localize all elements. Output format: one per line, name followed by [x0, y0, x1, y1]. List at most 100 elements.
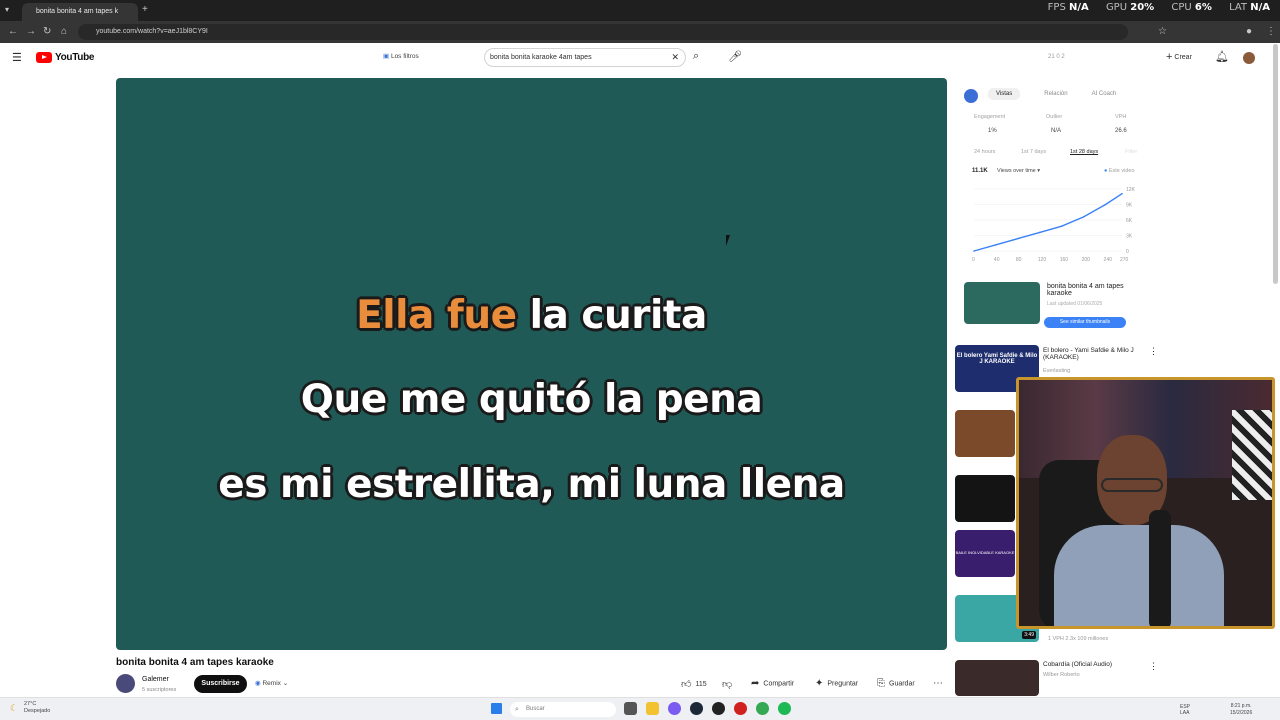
search-input[interactable]: bonita bonita karaoke 4am tapes ✕	[484, 48, 686, 67]
tab-views[interactable]: Vistas	[988, 88, 1021, 100]
share-label: Compartir	[763, 680, 795, 688]
save-button[interactable]: ⎘ Guardar	[877, 678, 915, 689]
webcam-overlay	[1016, 377, 1275, 629]
extension-counts: 21 0 2	[1048, 54, 1065, 60]
range-filter[interactable]: Filter	[1125, 149, 1137, 155]
remix-button[interactable]: ◉ Remix ⌄	[255, 679, 288, 687]
lyric-sung-text: Ella fue	[356, 293, 530, 338]
cpu-value: 6%	[1194, 2, 1212, 13]
forward-icon[interactable]: →	[26, 26, 36, 38]
bell-icon[interactable]: 🔔︎	[1215, 50, 1229, 63]
url-field[interactable]: youtube.com/watch?v=aeJ1bl8CY9I	[78, 24, 1128, 40]
file-explorer-icon[interactable]	[646, 702, 659, 715]
search-value: bonita bonita karaoke 4am tapes	[490, 54, 592, 61]
see-similar-button[interactable]: See similar thumbnails	[1044, 317, 1126, 328]
steam-icon[interactable]	[690, 702, 703, 715]
microphone-icon[interactable]: 🎤︎	[728, 50, 742, 63]
address-bar: ← → ↻ ⌂ youtube.com/watch?v=aeJ1bl8CY9I …	[0, 21, 1280, 43]
more-icon[interactable]: ⋮	[1149, 661, 1158, 672]
clock-time: 8:21 p.m.	[1230, 703, 1252, 709]
sidebar-thumbnail[interactable]: BAILE INOLVIDABLE KARAOKE	[955, 530, 1015, 577]
views-data-point	[995, 244, 997, 246]
y-tick-label: 0	[1126, 249, 1129, 255]
youtube-header: ☰ YouTube ▣ Los filtros bonita bonita ka…	[0, 43, 1280, 73]
browser-tab[interactable]: bonita bonita 4 am tapes k	[22, 3, 138, 21]
remix-label: Remix	[262, 680, 281, 687]
task-view-icon[interactable]	[624, 702, 637, 715]
tab-relation[interactable]: Relación	[1044, 91, 1067, 100]
back-icon[interactable]: ←	[8, 26, 18, 38]
like-button[interactable]: 👍︎ 115	[681, 678, 707, 690]
youtube-logo[interactable]: YouTube	[36, 52, 95, 63]
range-28d[interactable]: 1st 28 days	[1070, 149, 1098, 155]
lyric-line-2: Que me quitó la pena	[116, 377, 947, 422]
video-title: bonita bonita 4 am tapes karaoke	[116, 657, 274, 668]
similar-title-text: bonita bonita 4 am tapes karaoke	[1047, 283, 1124, 297]
weather-widget[interactable]: 27°C Despejado	[24, 701, 50, 715]
share-button[interactable]: ➦ Compartir	[751, 678, 794, 689]
person-body	[1054, 525, 1224, 626]
subscribe-button[interactable]: Suscribirse	[194, 675, 247, 693]
similar-thumbnail[interactable]	[964, 282, 1040, 324]
taskbar-search[interactable]: ⌕ Buscar	[510, 702, 616, 717]
range-24h[interactable]: 24 hours	[974, 149, 995, 155]
page-scrollbar[interactable]	[1273, 44, 1278, 284]
new-tab-icon[interactable]: +	[142, 4, 148, 16]
tab-list-icon[interactable]: ▾	[5, 4, 9, 16]
views-dropdown[interactable]: Views over time ▾	[997, 168, 1040, 174]
menu-icon[interactable]: ⋮	[1266, 26, 1276, 38]
home-icon[interactable]: ⌂	[61, 26, 67, 38]
app-icon[interactable]	[668, 702, 681, 715]
hamburger-icon[interactable]: ☰	[12, 51, 22, 64]
app-icon[interactable]	[734, 702, 747, 715]
video-player[interactable]: Ella fue la curita Que me quitó la pena …	[116, 78, 947, 650]
ask-button[interactable]: ✦ Preguntar	[815, 678, 858, 689]
channel-avatar[interactable]	[116, 674, 135, 693]
views-chart: 12K 9K 6K 3K 0 0 40 80 120 160 200 240 270	[972, 187, 1136, 263]
chrome-icon[interactable]	[756, 702, 769, 715]
performance-overlay: FPS N/A GPU 20% CPU 6% LAT N/A	[1048, 2, 1270, 20]
lyric-text: es mi estrellita, mi luna llena	[218, 462, 845, 507]
windows-start-icon[interactable]	[491, 703, 502, 714]
thumbnail-text: El bolero Yami Safdie & Milo J KARAOKE	[956, 353, 1038, 365]
logo-text: YouTube	[55, 52, 95, 63]
filters-button[interactable]: ▣ Los filtros	[383, 52, 419, 60]
y-tick-label: 12K	[1126, 187, 1136, 193]
gpu-label: GPU	[1105, 2, 1128, 13]
tab-ai-coach[interactable]: AI Coach	[1092, 91, 1117, 100]
account-avatar[interactable]	[1243, 52, 1255, 64]
dislike-button[interactable]: 👎︎	[722, 678, 736, 690]
browser-tab-bar: ▾ bonita bonita 4 am tapes k + FPS N/A G…	[0, 0, 1280, 21]
spotify-icon[interactable]	[778, 702, 791, 715]
app-icon[interactable]	[712, 702, 725, 715]
metric-label: VPH	[1115, 114, 1127, 120]
sidebar-thumbnail[interactable]	[955, 475, 1015, 522]
channel-name[interactable]: Galemer	[142, 676, 169, 683]
search-icon[interactable]: ⌕	[693, 50, 699, 63]
bookmark-icon[interactable]: ☆	[1158, 26, 1167, 38]
sidebar-video-title[interactable]: El bolero - Yami Safdie & Milo J (KARAOK…	[1043, 347, 1148, 361]
create-label: Crear	[1174, 53, 1192, 61]
sidebar-video-title[interactable]: Cobardía (Oficial Audio)	[1043, 661, 1148, 668]
lyric-line-1: Ella fue la curita	[116, 293, 947, 338]
youtube-play-icon	[36, 52, 52, 63]
language-indicator[interactable]: ESP LAA	[1180, 704, 1196, 716]
profile-icon[interactable]: ●	[1246, 26, 1252, 38]
sidebar-thumbnail[interactable]	[955, 660, 1039, 696]
sidebar-thumbnail[interactable]	[955, 410, 1015, 457]
create-button[interactable]: + Crear	[1166, 51, 1192, 63]
clear-search-icon[interactable]: ✕	[671, 49, 679, 66]
x-tick-label: 200	[1082, 257, 1091, 263]
sparkle-icon: ✦	[815, 678, 824, 689]
range-7d[interactable]: 1st 7 days	[1021, 149, 1046, 155]
weather-desc: Despejado	[24, 708, 51, 714]
reload-icon[interactable]: ↻	[43, 26, 51, 38]
clock-date: 15/2/2026	[1230, 710, 1253, 716]
views-data-point	[1121, 192, 1123, 195]
views-data-point	[973, 250, 975, 252]
more-actions-button[interactable]: ⋯	[933, 678, 947, 689]
thumbs-up-icon: 👍︎	[681, 679, 692, 690]
system-clock[interactable]: 8:21 p.m. 15/2/2026	[1230, 703, 1252, 717]
more-icon[interactable]: ⋮	[1149, 346, 1158, 357]
weather-icon: ☾	[10, 703, 19, 713]
